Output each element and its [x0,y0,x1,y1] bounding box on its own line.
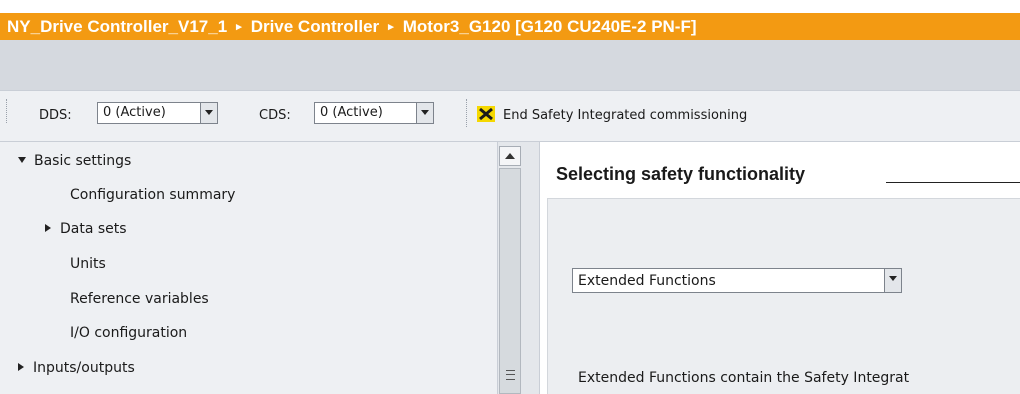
dds-select[interactable]: 0 (Active) [97,102,218,124]
tree-item-label: Data sets [60,221,127,237]
expanded-triangle-icon[interactable] [18,157,26,163]
end-safety-commissioning-button[interactable]: End Safety Integrated commissioning [503,108,747,123]
navigation-scrollbar[interactable] [497,142,523,394]
tree-item-io-configuration[interactable]: I/O configuration [70,316,187,350]
cds-label: CDS: [259,108,291,123]
breadcrumb-drive-controller[interactable]: Drive Controller [251,17,379,36]
breadcrumb-motor[interactable]: Motor3_G120 [G120 CU240E-2 PN-F] [403,17,697,36]
end-safety-commissioning-icon[interactable] [477,106,495,122]
chevron-down-icon[interactable] [416,103,433,123]
safety-functionality-description: Extended Functions contain the Safety In… [578,370,910,386]
tree-item-label: Reference variables [70,291,209,307]
cds-select[interactable]: 0 (Active) [314,102,434,124]
scroll-up-icon[interactable] [499,146,521,166]
collapsed-triangle-icon[interactable] [45,224,51,232]
scroll-grip-icon [506,370,515,380]
toolbar-separator [466,99,467,127]
breadcrumb-separator-icon: ▸ [236,21,242,33]
section-panel [547,198,1020,394]
collapsed-triangle-icon[interactable] [18,363,24,371]
section-title: Selecting safety functionality [556,164,806,184]
dds-select-value: 0 (Active) [103,105,166,120]
section-title-rule [886,182,1020,183]
toolbar-grip-icon[interactable] [6,99,10,123]
cds-select-value: 0 (Active) [320,105,383,120]
tree-item-label: Basic settings [34,153,132,169]
safety-functionality-select[interactable]: Extended Functions [572,268,902,293]
tree-item-reference-variables[interactable]: Reference variables [70,282,209,316]
breadcrumb-project[interactable]: NY_Drive Controller_V17_1 [7,17,227,36]
breadcrumb-separator-icon: ▸ [388,21,394,33]
editor-header-band [0,40,1020,90]
breadcrumb: NY_Drive Controller_V17_1 ▸ Drive Controll… [7,14,697,40]
tree-item-data-sets[interactable]: Data sets [45,212,127,246]
secondary-navigation: Basic settings Configuration summary Dat… [0,142,497,394]
tree-item-configuration-summary[interactable]: Configuration summary [70,178,235,212]
scrollbar-thumb[interactable] [499,168,521,394]
dds-label: DDS: [39,108,72,123]
chevron-down-icon[interactable] [200,103,217,123]
safety-functionality-value: Extended Functions [578,273,716,289]
toolbar: DDS: 0 (Active) CDS: 0 (Active) End Safe… [0,90,1020,142]
tree-item-units[interactable]: Units [70,247,106,281]
tree-item-label: Inputs/outputs [33,360,135,376]
tree-item-label: Units [70,256,106,272]
tree-item-label: Configuration summary [70,187,236,203]
chevron-down-icon[interactable] [884,269,901,292]
panel-splitter[interactable] [523,142,540,394]
tree-item-basic-settings[interactable]: Basic settings [18,144,131,178]
tree-item-inputs-outputs[interactable]: Inputs/outputs [18,351,135,385]
tree-item-label: I/O configuration [70,325,188,341]
